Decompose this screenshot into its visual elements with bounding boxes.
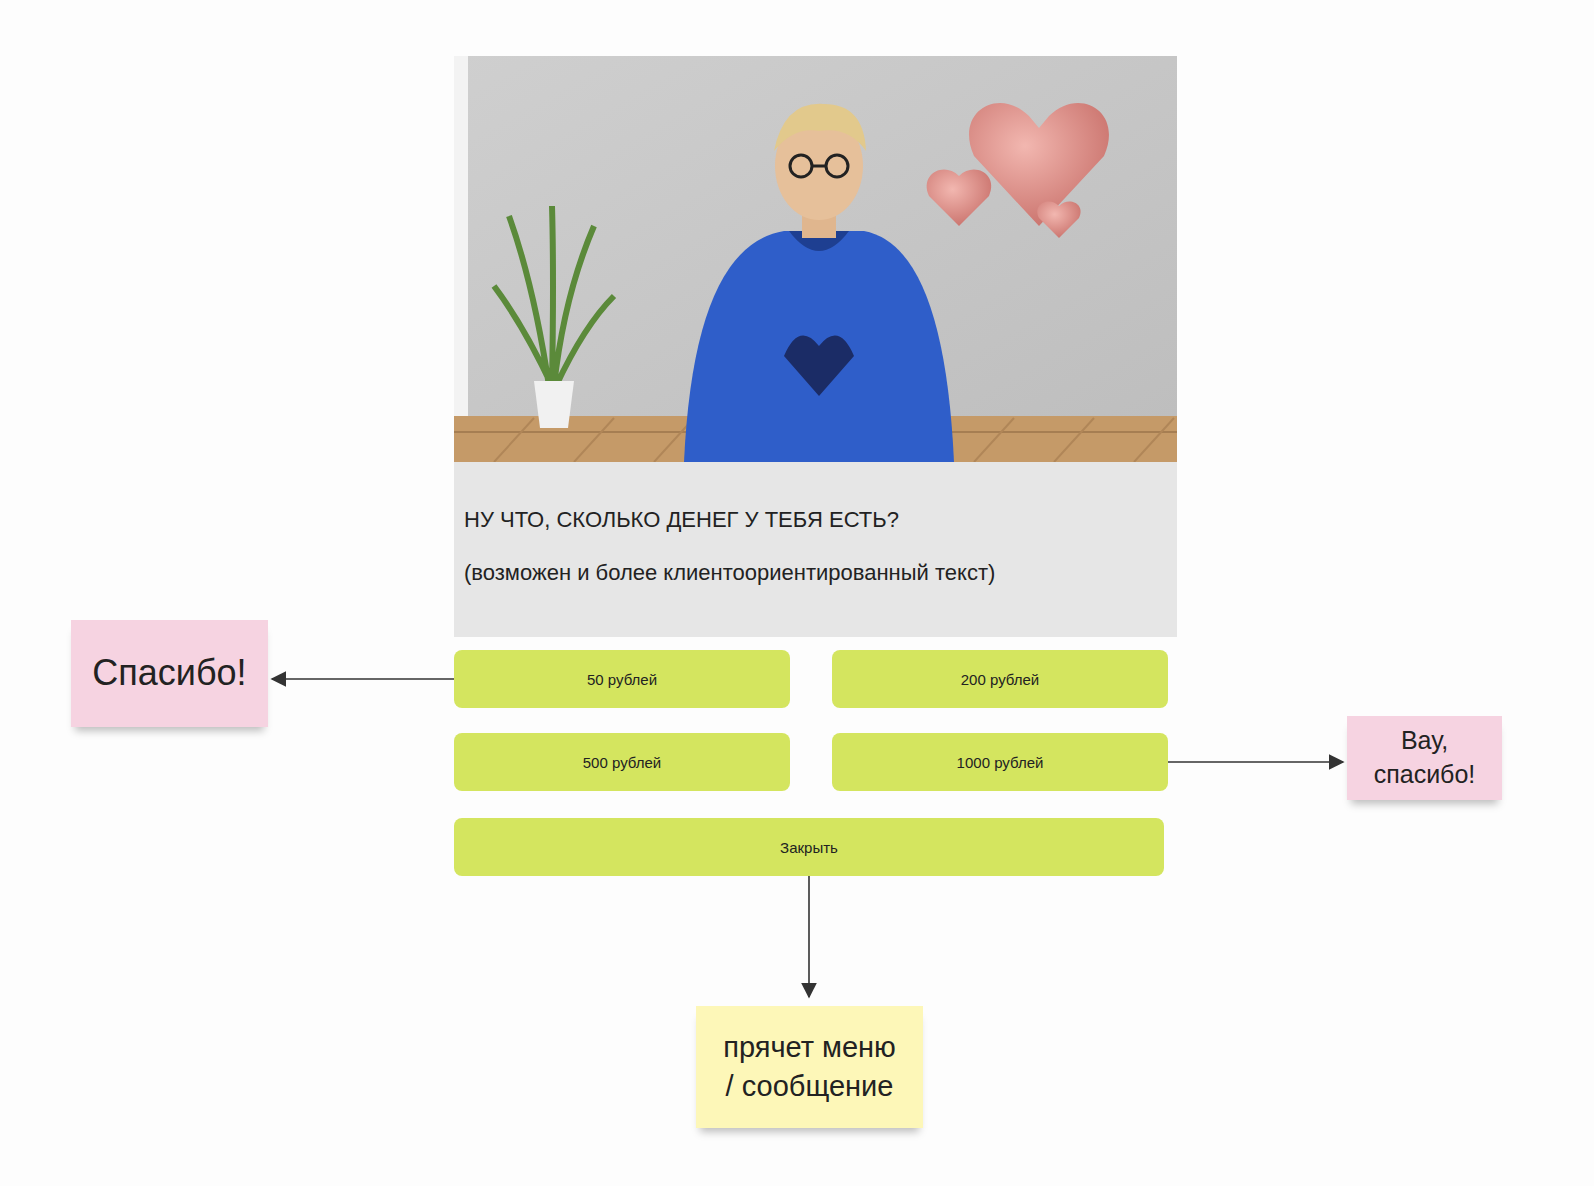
arrow-right xyxy=(1167,761,1343,763)
message-box: НУ ЧТО, СКОЛЬКО ДЕНЕГ У ТЕБЯ ЕСТЬ? (возм… xyxy=(454,462,1177,637)
amount-button[interactable]: 50 рублей xyxy=(454,650,790,708)
sticky-text: Спасибо! xyxy=(92,649,246,698)
flow-canvas: НУ ЧТО, СКОЛЬКО ДЕНЕГ У ТЕБЯ ЕСТЬ? (возм… xyxy=(0,0,1594,1186)
arrow-left xyxy=(272,678,454,680)
dialog-panel: НУ ЧТО, СКОЛЬКО ДЕНЕГ У ТЕБЯ ЕСТЬ? (возм… xyxy=(454,56,1177,876)
scene-image xyxy=(454,56,1177,462)
amount-options: 50 рублей 200 рублей 500 рублей 1000 рублей xyxy=(454,650,1168,791)
hearts-icon xyxy=(927,103,1109,238)
message-note: (возможен и более клиентоориентированный… xyxy=(464,559,1167,588)
sticky-note: Спасибо! xyxy=(71,620,268,727)
sticky-text: прячет меню / сообщение xyxy=(718,1028,901,1106)
scene-illustration-icon xyxy=(454,56,1177,462)
plant-icon xyxy=(494,206,614,428)
amount-button[interactable]: 200 рублей xyxy=(832,650,1168,708)
sticky-note: Вау, спасибо! xyxy=(1347,716,1502,800)
sticky-text: Вау, спасибо! xyxy=(1357,724,1492,792)
sticky-note: прячет меню / сообщение xyxy=(696,1006,923,1128)
amount-button[interactable]: 500 рублей xyxy=(454,733,790,791)
arrow-down xyxy=(808,876,810,997)
close-button[interactable]: Закрыть xyxy=(454,818,1164,876)
avatar-icon xyxy=(684,104,954,462)
amount-button[interactable]: 1000 рублей xyxy=(832,733,1168,791)
message-text: НУ ЧТО, СКОЛЬКО ДЕНЕГ У ТЕБЯ ЕСТЬ? xyxy=(464,506,1167,535)
